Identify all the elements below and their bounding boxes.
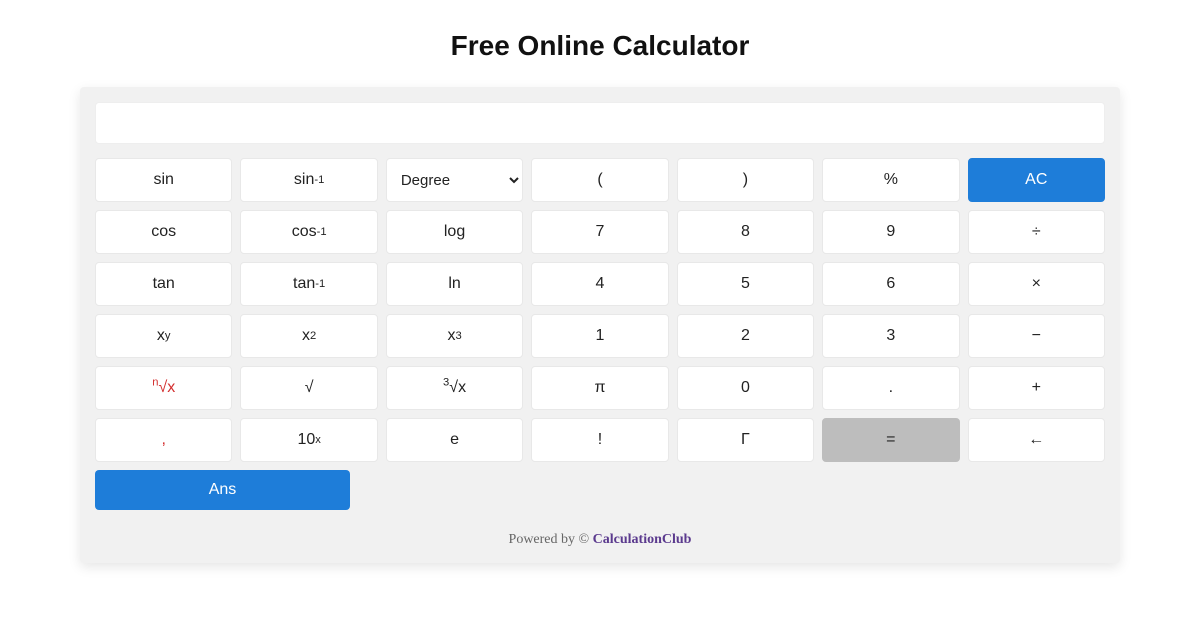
ln-button[interactable]: ln bbox=[386, 262, 523, 306]
digit-5-button[interactable]: 5 bbox=[677, 262, 814, 306]
digit-0-button-label: 0 bbox=[741, 379, 750, 397]
digit-2-button-label: 2 bbox=[741, 327, 750, 345]
multiply-button-label: × bbox=[1032, 275, 1041, 293]
pi-button[interactable]: π bbox=[531, 366, 668, 410]
tan-button[interactable]: tan bbox=[95, 262, 232, 306]
digit-9-button[interactable]: 9 bbox=[822, 210, 959, 254]
digit-3-button-label: 3 bbox=[886, 327, 895, 345]
digit-7-button-label: 7 bbox=[596, 223, 605, 241]
calculator-container: sin sin-1DegreeRadian ()% AC cos cos-1 log 7 8 9 ÷… bbox=[80, 87, 1120, 563]
euler-button-label: e bbox=[450, 431, 459, 449]
backspace-button-label: ← bbox=[1028, 431, 1044, 449]
divide-button-label: ÷ bbox=[1032, 223, 1041, 241]
square-button[interactable]: x2 bbox=[240, 314, 377, 358]
footer-text: Powered by © CalculationClub bbox=[95, 532, 1105, 548]
clear-button[interactable]: AC bbox=[968, 158, 1105, 202]
digit-5-button-label: 5 bbox=[741, 275, 750, 293]
digit-3-button[interactable]: 3 bbox=[822, 314, 959, 358]
plus-button[interactable]: + bbox=[968, 366, 1105, 410]
digit-6-button-label: 6 bbox=[886, 275, 895, 293]
plus-button-label: + bbox=[1032, 379, 1041, 397]
angle-mode-select[interactable]: DegreeRadian bbox=[386, 158, 523, 202]
percent-button[interactable]: % bbox=[822, 158, 959, 202]
sqrt-button-label: √ bbox=[305, 379, 314, 397]
ans-button[interactable]: Ans bbox=[95, 470, 350, 510]
gamma-button[interactable]: Γ bbox=[677, 418, 814, 462]
multiply-button[interactable]: × bbox=[968, 262, 1105, 306]
decimal-button-label: . bbox=[889, 379, 893, 397]
left-paren-button[interactable]: ( bbox=[531, 158, 668, 202]
page-title: Free Online Calculator bbox=[451, 30, 750, 62]
digit-8-button-label: 8 bbox=[741, 223, 750, 241]
digit-1-button[interactable]: 1 bbox=[531, 314, 668, 358]
divide-button[interactable]: ÷ bbox=[968, 210, 1105, 254]
digit-4-button[interactable]: 4 bbox=[531, 262, 668, 306]
minus-button[interactable]: − bbox=[968, 314, 1105, 358]
nth-root-button[interactable]: n√x bbox=[95, 366, 232, 410]
power-button[interactable]: xy bbox=[95, 314, 232, 358]
digit-9-button-label: 9 bbox=[886, 223, 895, 241]
equals-button[interactable]: = bbox=[822, 418, 959, 462]
sin-button[interactable]: sin bbox=[95, 158, 232, 202]
cos-button[interactable]: cos bbox=[95, 210, 232, 254]
acos-button[interactable]: cos-1 bbox=[240, 210, 377, 254]
footer-brand: CalculationClub bbox=[593, 532, 692, 547]
footer-prefix: Powered by © bbox=[509, 532, 593, 547]
clear-button-label: AC bbox=[1025, 171, 1047, 189]
digit-4-button-label: 4 bbox=[596, 275, 605, 293]
log-button[interactable]: log bbox=[386, 210, 523, 254]
digit-6-button[interactable]: 6 bbox=[822, 262, 959, 306]
digit-1-button-label: 1 bbox=[596, 327, 605, 345]
backspace-button[interactable]: ← bbox=[968, 418, 1105, 462]
atan-button[interactable]: tan-1 bbox=[240, 262, 377, 306]
button-grid: sin sin-1DegreeRadian ()% AC cos cos-1 log 7 8 9 ÷… bbox=[95, 158, 1105, 462]
equals-button-label: = bbox=[886, 431, 895, 449]
digit-8-button[interactable]: 8 bbox=[677, 210, 814, 254]
comma-button[interactable]: , bbox=[95, 418, 232, 462]
ten-power-button[interactable]: 10x bbox=[240, 418, 377, 462]
factorial-button-label: ! bbox=[598, 431, 602, 449]
pi-button-label: π bbox=[594, 379, 605, 397]
digit-7-button[interactable]: 7 bbox=[531, 210, 668, 254]
comma-button-label: , bbox=[161, 431, 165, 449]
right-paren-button-label: ) bbox=[743, 171, 748, 189]
factorial-button[interactable]: ! bbox=[531, 418, 668, 462]
digit-2-button[interactable]: 2 bbox=[677, 314, 814, 358]
euler-button[interactable]: e bbox=[386, 418, 523, 462]
sin-button-label: sin bbox=[153, 171, 173, 189]
minus-button-label: − bbox=[1032, 327, 1041, 345]
tan-button-label: tan bbox=[153, 275, 175, 293]
asin-button[interactable]: sin-1 bbox=[240, 158, 377, 202]
ln-button-label: ln bbox=[448, 275, 460, 293]
left-paren-button-label: ( bbox=[597, 171, 602, 189]
cos-button-label: cos bbox=[151, 223, 176, 241]
gamma-button-label: Γ bbox=[741, 431, 750, 449]
calculator-display[interactable] bbox=[95, 102, 1105, 144]
cube-button[interactable]: x3 bbox=[386, 314, 523, 358]
digit-0-button[interactable]: 0 bbox=[677, 366, 814, 410]
decimal-button[interactable]: . bbox=[822, 366, 959, 410]
log-button-label: log bbox=[444, 223, 465, 241]
cube-root-button[interactable]: 3√x bbox=[386, 366, 523, 410]
percent-button-label: % bbox=[884, 171, 898, 189]
right-paren-button[interactable]: ) bbox=[677, 158, 814, 202]
sqrt-button[interactable]: √ bbox=[240, 366, 377, 410]
